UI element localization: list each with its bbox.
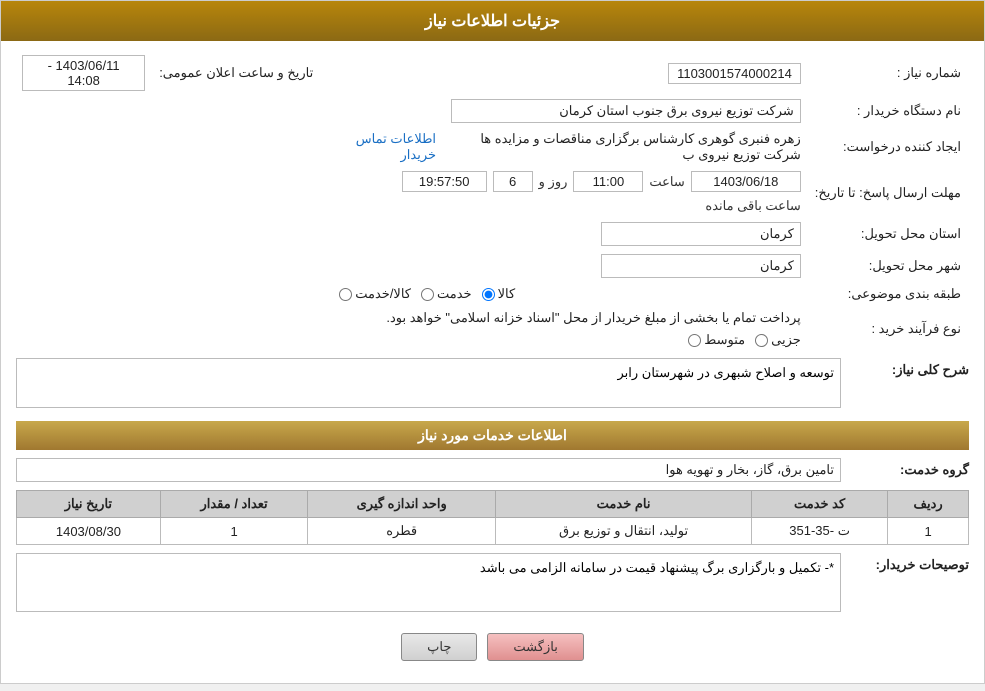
process-note: پرداخت تمام یا بخشی از مبلغ خریدار از مح…: [386, 310, 800, 326]
cell-date: 1403/08/30: [17, 518, 161, 545]
col-radif: ردیف: [888, 491, 969, 518]
process-row: نوع فرآیند خرید : پرداخت تمام یا بخشی از…: [16, 306, 969, 352]
cell-unit: قطره: [308, 518, 496, 545]
grouh-row: گروه خدمت: تامین برق، گاز، بخار و تهویه …: [16, 458, 969, 482]
buyer-desc-row: توصیحات خریدار:: [16, 553, 969, 615]
category-options: کالا/خدمت خدمت کالا: [333, 282, 807, 306]
deadline-remaining-box: 19:57:50: [402, 171, 487, 192]
category-kala-khidmat-label: کالا/خدمت: [355, 286, 411, 302]
ostan-box: کرمان: [601, 222, 801, 246]
category-label: طبقه بندی موضوعی:: [807, 282, 969, 306]
contact-link[interactable]: اطلاعات تماس خریدار: [339, 131, 436, 163]
col-count: تعداد / مقدار: [160, 491, 308, 518]
services-header: اطلاعات خدمات مورد نیاز: [16, 421, 969, 450]
sharh-label: شرح کلی نیاز:: [849, 358, 969, 378]
deadline-row: مهلت ارسال پاسخ: تا تاریخ: 1403/06/18 سا…: [16, 167, 969, 218]
process-jozi: جزیی: [755, 332, 801, 348]
shomara-niaz-value: 1103001574000214: [333, 51, 807, 95]
category-khidmat-label: خدمت: [437, 286, 472, 302]
nam-dastgah-box: شرکت توزیع نیروی برق جنوب استان کرمان: [451, 99, 801, 123]
process-jozi-radio[interactable]: [755, 334, 768, 347]
category-kala-label: کالا: [498, 286, 516, 302]
creator-text: زهره فنبری گوهری کارشناس برگزاری مناقصات…: [442, 131, 801, 163]
category-kala-khidmat: کالا/خدمت: [339, 286, 411, 302]
shahr-box: کرمان: [601, 254, 801, 278]
cell-count: 1: [160, 518, 308, 545]
category-kala-khidmat-radio[interactable]: [339, 288, 352, 301]
process-label: نوع فرآیند خرید :: [807, 306, 969, 352]
deadline-day-box: 6: [493, 171, 533, 192]
category-row: طبقه بندی موضوعی: کالا/خدمت خدمت کالا: [16, 282, 969, 306]
sharh-textarea[interactable]: [16, 358, 841, 408]
shomara-niaz-box: 1103001574000214: [668, 63, 801, 84]
sharh-value-wrap: [16, 358, 841, 411]
table-header-row: ردیف کد خدمت نام خدمت واحد اندازه گیری ت…: [17, 491, 969, 518]
process-motavasset-radio[interactable]: [688, 334, 701, 347]
day-label: روز و: [539, 174, 568, 190]
grouh-value-wrap: تامین برق، گاز، بخار و تهویه هوا: [16, 458, 841, 482]
sharh-row: شرح کلی نیاز:: [16, 358, 969, 411]
creator-row: ایجاد کننده درخواست: زهره فنبری گوهری کا…: [16, 127, 969, 167]
process-jozi-label: جزیی: [771, 332, 801, 348]
category-kala: کالا: [482, 286, 516, 302]
grouh-label: گروه خدمت:: [849, 462, 969, 478]
nam-dastgah-value: شرکت توزیع نیروی برق جنوب استان کرمان: [333, 95, 807, 127]
services-table: ردیف کد خدمت نام خدمت واحد اندازه گیری ت…: [16, 490, 969, 545]
cell-code: ت -35-351: [752, 518, 888, 545]
deadline-label: مهلت ارسال پاسخ: تا تاریخ:: [807, 167, 969, 218]
ostan-value: کرمان: [333, 218, 807, 250]
process-motavasset-label: متوسط: [704, 332, 745, 348]
deadline-time-box: 11:00: [573, 171, 643, 192]
grouh-box: تامین برق، گاز، بخار و تهویه هوا: [16, 458, 841, 482]
creator-label: ایجاد کننده درخواست:: [807, 127, 969, 167]
back-button[interactable]: بازگشت: [487, 633, 583, 661]
ostan-label: استان محل تحویل:: [807, 218, 969, 250]
process-value: پرداخت تمام یا بخشی از مبلغ خریدار از مح…: [333, 306, 807, 352]
page-title: جزئیات اطلاعات نیاز: [1, 1, 984, 41]
deadline-date-box: 1403/06/18: [691, 171, 801, 192]
tarikh-box: 1403/06/11 - 14:08: [22, 55, 145, 91]
cell-name: تولید، انتقال و توزیع برق: [496, 518, 752, 545]
time-label: ساعت: [649, 174, 684, 190]
buyer-desc-wrap: [16, 553, 841, 615]
ostan-row: استان محل تحویل: کرمان: [16, 218, 969, 250]
main-info-grid: شماره نیاز : 1103001574000214 تاریخ و سا…: [16, 51, 969, 352]
nam-dastgah-row: نام دستگاه خریدار : شرکت توزیع نیروی برق…: [16, 95, 969, 127]
col-code: کد خدمت: [752, 491, 888, 518]
col-name: نام خدمت: [496, 491, 752, 518]
shomara-niaz-row: شماره نیاز : 1103001574000214 تاریخ و سا…: [16, 51, 969, 95]
buyer-desc-label: توصیحات خریدار:: [849, 553, 969, 573]
tarikh-value: 1403/06/11 - 14:08: [16, 51, 151, 95]
col-unit: واحد اندازه گیری: [308, 491, 496, 518]
shahr-row: شهر محل تحویل: کرمان: [16, 250, 969, 282]
buyer-desc-textarea[interactable]: [16, 553, 841, 612]
shomara-niaz-label: شماره نیاز :: [807, 51, 969, 95]
tarikh-label: تاریخ و ساعت اعلان عمومی:: [151, 51, 333, 95]
col-date: تاریخ نیاز: [17, 491, 161, 518]
print-button[interactable]: چاپ: [401, 633, 477, 661]
remaining-label: ساعت باقی مانده: [705, 198, 800, 214]
table-row: 1 ت -35-351 تولید، انتقال و توزیع برق قط…: [17, 518, 969, 545]
creator-value: زهره فنبری گوهری کارشناس برگزاری مناقصات…: [333, 127, 807, 167]
button-row: بازگشت چاپ: [16, 621, 969, 673]
shahr-label: شهر محل تحویل:: [807, 250, 969, 282]
shahr-value: کرمان: [333, 250, 807, 282]
category-khidmat-radio[interactable]: [421, 288, 434, 301]
cell-radif: 1: [888, 518, 969, 545]
process-motavasset: متوسط: [688, 332, 745, 348]
deadline-value: 1403/06/18 ساعت 11:00 روز و 6 19:57:50 س…: [333, 167, 807, 218]
category-kala-radio[interactable]: [482, 288, 495, 301]
category-khidmat: خدمت: [421, 286, 472, 302]
nam-dastgah-label: نام دستگاه خریدار :: [807, 95, 969, 127]
